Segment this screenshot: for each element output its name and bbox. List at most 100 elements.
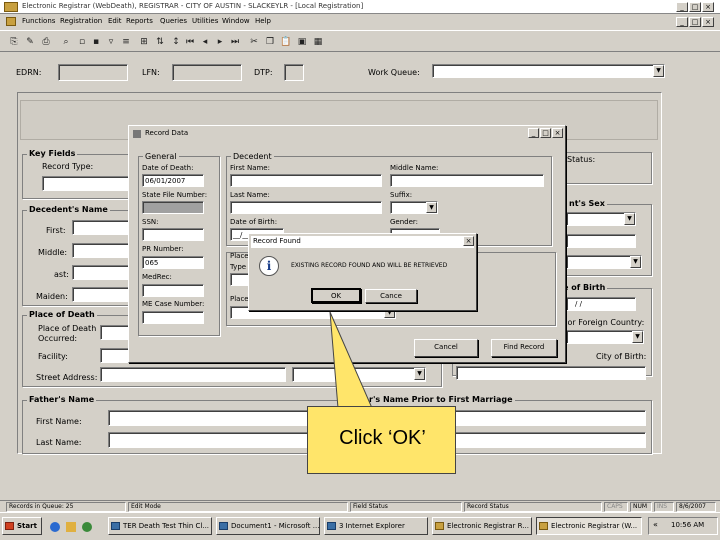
dialog-minimize-button[interactable]: _	[528, 128, 539, 138]
page-icon[interactable]: ▫	[76, 36, 88, 48]
date-of-death-field[interactable]: 06/01/2007	[142, 174, 204, 187]
last-label: ast:	[54, 270, 69, 279]
chevron-down-icon[interactable]: ▼	[632, 331, 643, 343]
taskbar-item-electronic-registrar-w[interactable]: Electronic Registrar (W...	[536, 517, 642, 535]
state-file-number-field	[142, 201, 204, 214]
menu-help[interactable]: Help	[255, 17, 271, 25]
street-field[interactable]	[100, 367, 286, 382]
doc-restore-button[interactable]: □	[689, 17, 701, 27]
copy-icon[interactable]: ❐	[264, 36, 276, 48]
search-icon[interactable]: ⌕	[60, 36, 72, 48]
chevron-down-icon[interactable]: ▼	[653, 65, 664, 77]
medrec-field[interactable]	[142, 284, 204, 297]
next-record-icon[interactable]: ▸	[214, 36, 226, 48]
lfn-field[interactable]	[172, 64, 242, 81]
chevron-down-icon[interactable]: ▼	[414, 368, 425, 380]
us-foreign-select[interactable]: ▼	[566, 330, 644, 344]
street-select[interactable]: ▼	[292, 367, 426, 382]
birth-date-field[interactable]: / /	[566, 297, 636, 311]
updown-icon[interactable]: ↕	[170, 36, 182, 48]
last-record-icon[interactable]: ⏭	[229, 36, 241, 48]
pr-number-field[interactable]: 065	[142, 256, 204, 269]
maximize-button[interactable]: □	[689, 2, 701, 12]
ssn-field[interactable]	[142, 228, 204, 241]
filter-icon[interactable]: ▿	[105, 36, 117, 48]
prev-record-icon[interactable]: ◂	[199, 36, 211, 48]
taskbar-item-document1[interactable]: Document1 - Microsoft ...	[216, 517, 320, 535]
suffix-select[interactable]: ▼	[390, 201, 438, 214]
dtp-field[interactable]	[284, 64, 304, 81]
mother-first-field[interactable]	[454, 410, 646, 426]
date-of-death-label: Date of Death:	[142, 164, 194, 172]
maiden-name-field[interactable]	[72, 287, 132, 302]
sex-select-2[interactable]: ▼	[566, 255, 642, 269]
place-type-field[interactable]	[230, 273, 250, 286]
taskbar-item-electronic-registrar-r[interactable]: Electronic Registrar R...	[432, 517, 532, 535]
sex-extra-field[interactable]	[566, 234, 636, 248]
menu-window[interactable]: Window	[222, 17, 250, 25]
last-name-field[interactable]	[72, 265, 132, 280]
taskbar-item-test-thin-client[interactable]: TER Death Test Thin Cl...	[108, 517, 212, 535]
minimize-button[interactable]: _	[676, 2, 688, 12]
pr-number-label: PR Number:	[142, 245, 184, 253]
birth-title: e of Birth	[561, 283, 608, 292]
cut-icon[interactable]: ✂	[248, 36, 260, 48]
record-found-close-button[interactable]: ×	[463, 236, 474, 246]
cancel-button[interactable]: Cancel	[414, 339, 478, 357]
close-button[interactable]: ×	[702, 2, 714, 12]
list-icon[interactable]: ≡	[120, 36, 132, 48]
first-name-field[interactable]	[72, 220, 132, 235]
middle-name-field[interactable]	[72, 243, 132, 258]
taskbar: Start TER Death Test Thin Cl... Document…	[0, 512, 720, 540]
book-icon[interactable]: ▣	[296, 36, 308, 48]
chevron-down-icon[interactable]: ▼	[426, 202, 437, 213]
menu-reports[interactable]: Reports	[126, 17, 153, 25]
new-icon[interactable]: ⎘	[8, 36, 20, 48]
doc-close-button[interactable]: ×	[702, 17, 714, 27]
chevron-down-icon[interactable]: ▼	[624, 213, 635, 225]
menu-utilities[interactable]: Utilities	[192, 17, 218, 25]
birth-city-field[interactable]	[456, 366, 646, 380]
menu-queries[interactable]: Queries	[160, 17, 187, 25]
dialog-maximize-button[interactable]: □	[540, 128, 551, 138]
first-record-icon[interactable]: ⏮	[184, 36, 196, 48]
menu-functions[interactable]: Functions	[22, 17, 55, 25]
work-queue-select[interactable]: ▼	[432, 64, 665, 78]
start-button[interactable]: Start	[2, 517, 42, 535]
menu-registration[interactable]: Registration	[60, 17, 102, 25]
rd-middle-name-field[interactable]	[390, 174, 544, 187]
paste-icon[interactable]: 📋	[280, 36, 292, 48]
tree-icon[interactable]: ⊞	[138, 36, 150, 48]
taskbar-item-internet-explorer[interactable]: 3 Internet Explorer	[324, 517, 428, 535]
occurred-field[interactable]	[100, 325, 130, 340]
menu-edit[interactable]: Edit	[108, 17, 122, 25]
rd-last-name-field[interactable]	[230, 201, 382, 214]
facility-field[interactable]	[100, 348, 130, 363]
edrn-field[interactable]	[58, 64, 128, 81]
general-title: General	[143, 152, 179, 161]
dialog-close-button[interactable]: ×	[552, 128, 563, 138]
record-found-cancel-button[interactable]: Cance	[365, 289, 417, 303]
sort-icon[interactable]: ⇅	[154, 36, 166, 48]
tray-icon[interactable]: «	[653, 520, 658, 529]
edit-icon[interactable]: ✎	[24, 36, 36, 48]
father-last-field[interactable]	[108, 432, 308, 448]
calculator-icon[interactable]: ▦	[312, 36, 324, 48]
father-first-field[interactable]	[108, 410, 308, 426]
chevron-down-icon[interactable]: ▼	[630, 256, 641, 268]
media-quicklaunch-icon[interactable]	[82, 522, 92, 532]
ok-button[interactable]: OK	[311, 288, 361, 303]
me-case-field[interactable]	[142, 311, 204, 324]
print-icon[interactable]: ⎙	[40, 36, 52, 48]
sex-select[interactable]: ▼	[566, 212, 636, 226]
fathers-name-title: Father's Name	[27, 395, 97, 404]
record-type-field[interactable]	[42, 176, 130, 191]
rd-first-name-field[interactable]	[230, 174, 382, 187]
ie-quicklaunch-icon[interactable]	[50, 522, 60, 532]
doc-minimize-button[interactable]: _	[676, 17, 688, 27]
us-foreign-label: US or Foreign Country:	[554, 318, 645, 327]
find-record-button[interactable]: Find Record	[491, 339, 557, 357]
mother-last-field[interactable]	[454, 432, 646, 448]
save-icon[interactable]: ▪	[90, 36, 102, 48]
outlook-quicklaunch-icon[interactable]	[66, 522, 76, 532]
